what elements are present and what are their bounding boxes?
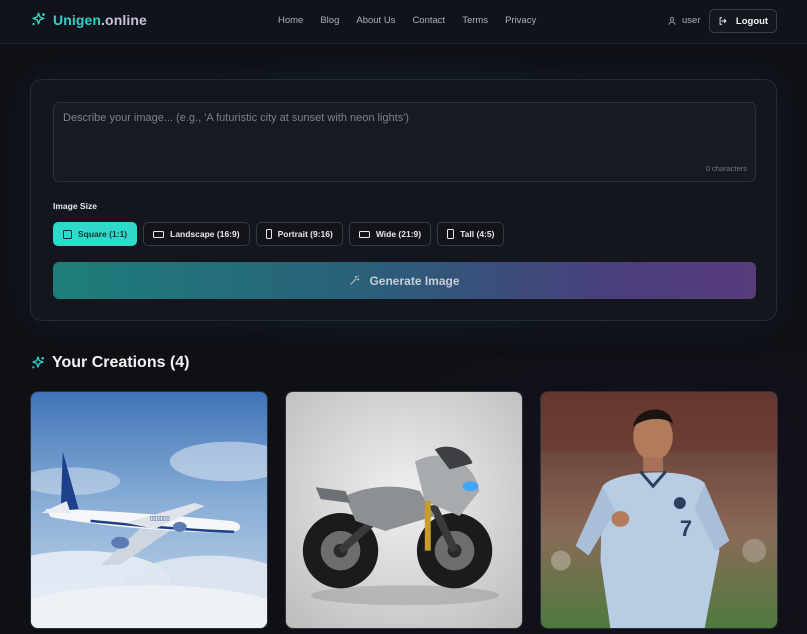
portrait-icon xyxy=(265,229,272,239)
size-option-tall[interactable]: Tall (4:5) xyxy=(437,222,505,246)
jersey-number: 7 xyxy=(680,516,692,541)
nav-privacy[interactable]: Privacy xyxy=(505,15,536,26)
size-option-label: Square (1:1) xyxy=(78,229,128,239)
airplane-image: ▯▯▯▯▯▯ xyxy=(31,392,267,628)
nav-about-us[interactable]: About Us xyxy=(356,15,395,26)
creation-thumbnail-motorcycle[interactable] xyxy=(285,391,523,629)
size-option-label: Landscape (16:9) xyxy=(170,229,240,239)
user-icon xyxy=(668,16,676,25)
generate-image-button[interactable]: Generate Image xyxy=(53,262,756,299)
airplane-livery: ▯▯▯▯▯▯ xyxy=(150,516,170,522)
logout-icon xyxy=(719,17,727,25)
soccer-player-image: 7 xyxy=(541,392,777,628)
size-option-label: Tall (4:5) xyxy=(460,229,495,239)
size-option-label: Wide (21:9) xyxy=(375,229,422,239)
wide-icon xyxy=(358,230,370,238)
top-header: Unigen.online Home Blog About Us Contact… xyxy=(0,0,807,44)
user-menu[interactable]: user xyxy=(667,15,700,26)
creation-thumbnail-airplane[interactable]: ▯▯▯▯▯▯ xyxy=(30,391,268,629)
creations-heading: Your Creations (4) xyxy=(30,354,190,372)
prompt-placeholder: Describe your image... (e.g., 'A futuris… xyxy=(63,112,409,124)
prompt-textarea[interactable]: Describe your image... (e.g., 'A futuris… xyxy=(53,102,756,182)
nav-blog[interactable]: Blog xyxy=(320,15,339,26)
size-option-portrait[interactable]: Portrait (9:16) xyxy=(255,222,343,246)
nav-terms[interactable]: Terms xyxy=(462,15,488,26)
logout-label: Logout xyxy=(735,15,769,27)
sparkles-icon xyxy=(32,12,45,26)
image-size-options: Square (1:1) Landscape (16:9) Portrait (… xyxy=(53,222,505,246)
square-icon xyxy=(63,229,72,239)
image-size-label: Image Size xyxy=(53,201,97,211)
landscape-icon xyxy=(153,230,165,238)
size-option-label: Portrait (9:16) xyxy=(277,229,333,239)
sparkles-icon xyxy=(32,356,44,369)
nav-home[interactable]: Home xyxy=(278,15,303,26)
size-option-wide[interactable]: Wide (21:9) xyxy=(348,222,432,246)
character-count: 0 characters xyxy=(705,164,747,173)
size-option-landscape[interactable]: Landscape (16:9) xyxy=(143,222,250,246)
generate-label: Generate Image xyxy=(369,273,460,288)
main-nav: Home Blog About Us Contact Terms Privacy xyxy=(278,15,553,26)
nav-contact[interactable]: Contact xyxy=(412,15,445,26)
generator-card: Describe your image... (e.g., 'A futuris… xyxy=(30,79,777,321)
brand-name: Unigen.online xyxy=(53,11,147,28)
creations-title: Your Creations (4) xyxy=(52,354,190,371)
magic-wand-icon xyxy=(350,275,360,285)
tall-icon xyxy=(447,229,455,239)
motorcycle-image xyxy=(286,392,522,628)
creation-thumbnail-soccer-player[interactable]: 7 xyxy=(540,391,778,629)
logout-button[interactable]: Logout xyxy=(709,9,777,33)
size-option-square[interactable]: Square (1:1) xyxy=(53,222,138,246)
brand-logo[interactable]: Unigen.online xyxy=(30,11,147,28)
user-name: user xyxy=(682,15,701,26)
